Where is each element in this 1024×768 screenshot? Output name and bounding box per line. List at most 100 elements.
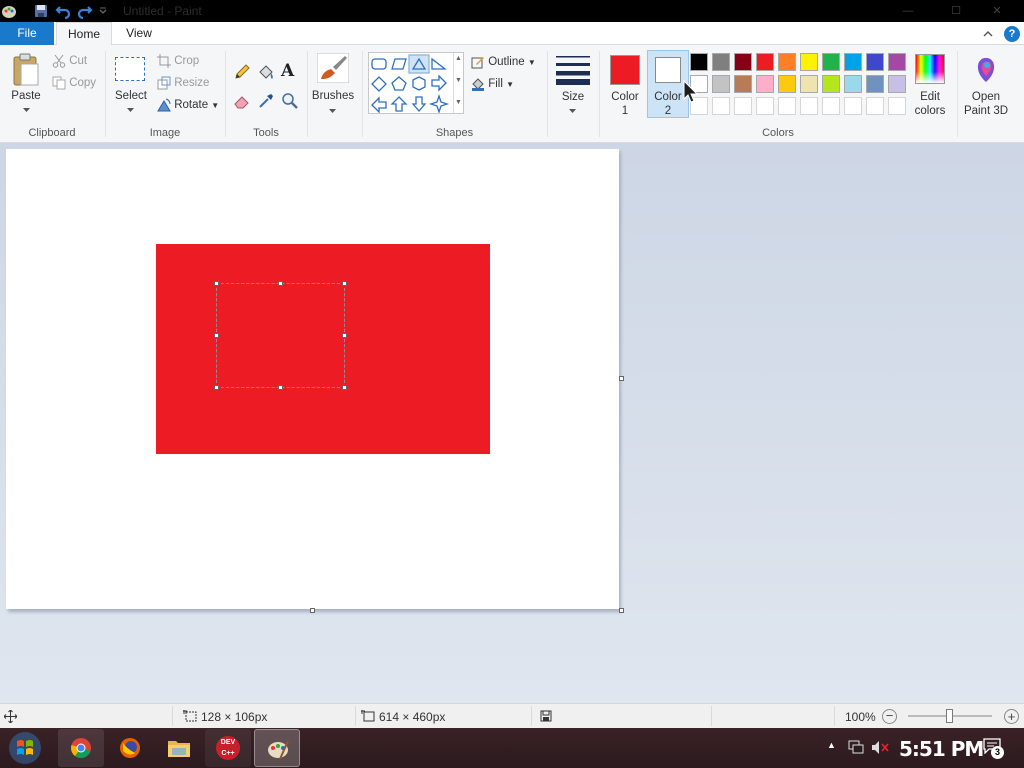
shapes-gallery[interactable]: ▲ ▼ ▼ [368, 52, 464, 114]
paste-button[interactable]: Paste [6, 49, 46, 119]
fill-button[interactable]: Fill ▼ [471, 76, 514, 92]
tab-home[interactable]: Home [56, 22, 112, 46]
fill-bucket-icon[interactable] [257, 63, 275, 81]
minimize-button[interactable]: — [889, 4, 927, 18]
drawing-canvas[interactable] [6, 149, 619, 609]
taskbar-file-explorer[interactable] [156, 729, 202, 767]
palette-swatch[interactable] [734, 75, 752, 93]
color-picker-icon[interactable] [257, 92, 275, 110]
rotate-button[interactable]: Rotate ▼ [157, 97, 219, 113]
taskbar-paint[interactable] [254, 729, 300, 767]
palette-swatch[interactable] [778, 97, 796, 115]
canvas-resize-handle-bottom[interactable] [310, 608, 315, 613]
crop-button[interactable]: Crop [157, 53, 199, 69]
selection-handle[interactable] [278, 385, 283, 390]
palette-swatch[interactable] [888, 97, 906, 115]
zoom-in-button[interactable]: + [1004, 709, 1019, 724]
palette-swatch[interactable] [778, 53, 796, 71]
palette-swatch[interactable] [844, 53, 862, 71]
palette-swatch[interactable] [756, 75, 774, 93]
palette-swatch[interactable] [844, 97, 862, 115]
edit-colors-button[interactable]: Edit colors [910, 50, 950, 118]
brushes-button[interactable]: Brushes [311, 51, 355, 119]
show-hidden-icons-button[interactable]: ▲ [827, 740, 836, 750]
outline-button[interactable]: Outline ▼ [471, 54, 536, 70]
canvas-size-icon [361, 710, 375, 722]
network-icon[interactable] [848, 740, 864, 755]
palette-swatch[interactable] [866, 53, 884, 71]
palette-swatch[interactable] [800, 97, 818, 115]
palette-swatch[interactable] [778, 75, 796, 93]
zoom-slider-thumb[interactable] [946, 709, 953, 723]
palette-swatch[interactable] [800, 53, 818, 71]
taskbar-devcpp[interactable]: DEV C++ [205, 729, 251, 767]
text-tool-icon[interactable]: A [281, 61, 294, 81]
palette-swatch[interactable] [690, 53, 708, 71]
palette-swatch[interactable] [866, 97, 884, 115]
selection-handle[interactable] [278, 281, 283, 286]
tab-view[interactable]: View [116, 22, 162, 45]
selection-handle[interactable] [342, 385, 347, 390]
canvas-workspace[interactable] [0, 143, 1024, 703]
selection-box[interactable] [214, 281, 347, 390]
taskbar-chrome[interactable] [58, 729, 104, 767]
selection-handle[interactable] [214, 385, 219, 390]
palette-swatch[interactable] [712, 53, 730, 71]
color1-button[interactable]: Color 1 [604, 50, 646, 118]
taskbar-firefox[interactable] [107, 729, 153, 767]
title-bar: Untitled - Paint — ☐ ✕ [0, 0, 1024, 22]
selection-size-icon [183, 710, 197, 722]
collapse-ribbon-icon[interactable] [983, 30, 993, 38]
selection-handle[interactable] [342, 333, 347, 338]
selection-handle[interactable] [214, 333, 219, 338]
close-button[interactable]: ✕ [977, 4, 1017, 18]
selection-handle[interactable] [214, 281, 219, 286]
palette-swatch[interactable] [756, 97, 774, 115]
canvas-size: 614 × 460px [379, 710, 446, 724]
tab-file[interactable]: File [0, 22, 54, 45]
divider [531, 706, 532, 726]
shapes-scroll[interactable]: ▲ ▼ ▼ [453, 53, 464, 113]
start-button[interactable] [5, 730, 45, 766]
brush-icon [317, 53, 349, 83]
palette-swatch[interactable] [888, 75, 906, 93]
magnifier-icon[interactable] [281, 92, 299, 110]
shapes-group-label: Shapes [435, 127, 474, 139]
palette-swatch[interactable] [734, 53, 752, 71]
help-icon[interactable]: ? [1004, 26, 1020, 42]
selection-handle[interactable] [342, 281, 347, 286]
palette-swatch[interactable] [844, 75, 862, 93]
canvas-resize-handle-right[interactable] [619, 376, 624, 381]
zoom-slider[interactable] [908, 709, 992, 723]
pencil-icon[interactable] [233, 63, 251, 81]
customize-quick-access-icon[interactable] [98, 3, 108, 19]
copy-button[interactable]: Copy [52, 75, 96, 91]
palette-swatch[interactable] [712, 75, 730, 93]
palette-swatch[interactable] [822, 75, 840, 93]
palette-swatch[interactable] [822, 53, 840, 71]
palette-swatch[interactable] [712, 97, 730, 115]
size-button[interactable]: Size [553, 51, 593, 117]
open-paint3d-button[interactable]: Open Paint 3D [960, 50, 1012, 118]
save-icon[interactable] [33, 3, 49, 19]
zoom-out-button[interactable]: − [882, 709, 897, 724]
cut-button[interactable]: Cut [52, 53, 87, 69]
palette-swatch[interactable] [800, 75, 818, 93]
volume-muted-icon[interactable] [871, 740, 889, 755]
maximize-button[interactable]: ☐ [937, 4, 975, 18]
action-center-button[interactable]: 3 [983, 738, 1004, 759]
color2-label: Color [654, 91, 682, 103]
paint-app-icon[interactable] [1, 3, 17, 19]
palette-swatch[interactable] [756, 53, 774, 71]
taskbar-clock[interactable]: 5:51 PM [899, 737, 984, 761]
redo-icon[interactable] [77, 3, 93, 19]
canvas-resize-handle-corner[interactable] [619, 608, 624, 613]
undo-icon[interactable] [55, 3, 71, 19]
palette-swatch[interactable] [822, 97, 840, 115]
eraser-icon[interactable] [233, 92, 251, 110]
select-button[interactable]: Select [110, 53, 152, 119]
palette-swatch[interactable] [888, 53, 906, 71]
palette-swatch[interactable] [866, 75, 884, 93]
palette-swatch[interactable] [734, 97, 752, 115]
resize-button[interactable]: Resize [157, 75, 209, 91]
